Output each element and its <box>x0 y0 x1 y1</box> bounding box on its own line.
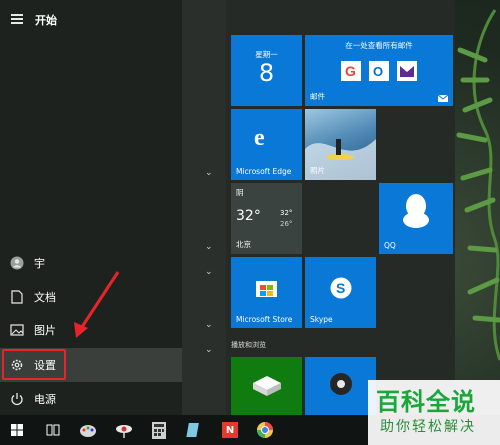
netease-icon: N <box>222 422 238 438</box>
chevron-down-icon[interactable]: ⌄ <box>205 345 213 355</box>
skype-tile[interactable]: S Skype <box>305 257 376 328</box>
mail-tile[interactable]: 在一处查看所有邮件 G O 邮件 <box>305 35 453 106</box>
xbox-box-icon <box>253 376 281 396</box>
skype-icon: S <box>330 277 352 299</box>
store-tile[interactable]: Microsoft Store <box>231 257 302 328</box>
edge-tile[interactable]: e Microsoft Edge <box>231 109 302 180</box>
weather-city: 北京 <box>236 240 251 249</box>
chevron-down-icon[interactable]: ⌄ <box>205 320 213 330</box>
picture-icon <box>10 323 24 337</box>
nav-item-label: 文档 <box>34 291 56 304</box>
document-icon <box>10 290 24 304</box>
nav-item-user[interactable]: 宇 <box>0 246 182 280</box>
chevron-down-icon[interactable]: ⌄ <box>205 267 213 277</box>
notepad-icon <box>186 423 199 437</box>
weather-condition: 阴 <box>236 188 244 197</box>
taskbar-app-calculator[interactable] <box>142 415 176 445</box>
network-icon <box>116 425 132 438</box>
photos-tile-name: 照片 <box>310 166 325 175</box>
taskbar-app-netease[interactable]: N <box>213 415 247 445</box>
groove-music-tile[interactable] <box>305 357 376 415</box>
leaf-decoration <box>456 9 500 361</box>
svg-text:G: G <box>345 63 356 79</box>
watermark: 百科全说 助你轻松解决 <box>368 380 500 445</box>
weather-tile[interactable]: 阴 32° 32° 26° 北京 <box>231 183 302 254</box>
qq-tile-name: QQ <box>384 241 396 250</box>
app-list-pane: ⌄ ⌄ ⌄ ⌄ ⌄ <box>182 0 226 415</box>
settings-highlight-box <box>2 349 66 380</box>
taskbar-app-paint[interactable] <box>71 415 105 445</box>
qq-penguin-icon <box>403 194 429 228</box>
section-title: 播放和浏览 <box>231 341 266 349</box>
taskbar-app-network[interactable] <box>107 415 141 445</box>
calendar-date: 8 <box>258 59 275 87</box>
start-menu-title: 开始 <box>35 14 57 27</box>
skype-tile-name: Skype <box>310 315 333 324</box>
paint-icon <box>80 425 96 437</box>
music-disc-icon <box>330 373 352 395</box>
edge-logo-icon: e <box>254 125 265 151</box>
edge-tile-name: Microsoft Edge <box>236 167 292 176</box>
user-avatar-icon <box>10 256 24 270</box>
store-bag-icon <box>256 281 277 297</box>
taskbar-app-notepad[interactable] <box>177 415 211 445</box>
nav-item-label: 电源 <box>34 393 56 406</box>
watermark-title: 百科全说 <box>376 388 476 416</box>
watermark-subtitle: 助你轻松解决 <box>380 419 476 435</box>
mail-tile-name: 邮件 <box>310 92 325 101</box>
qq-tile[interactable]: QQ <box>379 183 453 254</box>
weather-high: 32° <box>280 209 293 217</box>
nav-item-label: 图片 <box>34 324 56 337</box>
start-button[interactable] <box>0 415 34 445</box>
chevron-down-icon[interactable]: ⌄ <box>205 242 213 252</box>
envelope-icon <box>438 95 448 102</box>
weather-low: 26° <box>280 220 293 228</box>
task-view-icon <box>46 424 60 436</box>
mail-tile-text: 在一处查看所有邮件 <box>345 41 413 50</box>
store-tile-name: Microsoft Store <box>236 315 293 324</box>
nav-item-documents[interactable]: 文档 <box>0 280 182 314</box>
nav-item-label: 宇 <box>34 257 45 270</box>
nav-item-power[interactable]: 电源 <box>0 382 182 416</box>
svg-text:S: S <box>336 280 345 296</box>
task-view-button[interactable] <box>36 415 70 445</box>
taskbar-app-browser[interactable] <box>248 415 282 445</box>
nav-item-pictures[interactable]: 图片 <box>0 313 182 347</box>
chevron-down-icon[interactable]: ⌄ <box>205 168 213 178</box>
weather-temp: 32° <box>236 208 261 224</box>
windows-logo-icon <box>11 424 23 436</box>
photos-tile[interactable]: 照片 <box>305 109 376 180</box>
power-icon <box>10 392 24 406</box>
mail-provider-icons: G O <box>341 61 417 81</box>
calculator-icon <box>152 421 166 439</box>
svg-text:O: O <box>373 64 383 79</box>
browser-icon <box>257 422 273 438</box>
hamburger-menu-icon[interactable] <box>11 14 23 24</box>
xbox-tile[interactable] <box>231 357 302 415</box>
calendar-tile[interactable]: 星期一 8 <box>231 35 302 106</box>
